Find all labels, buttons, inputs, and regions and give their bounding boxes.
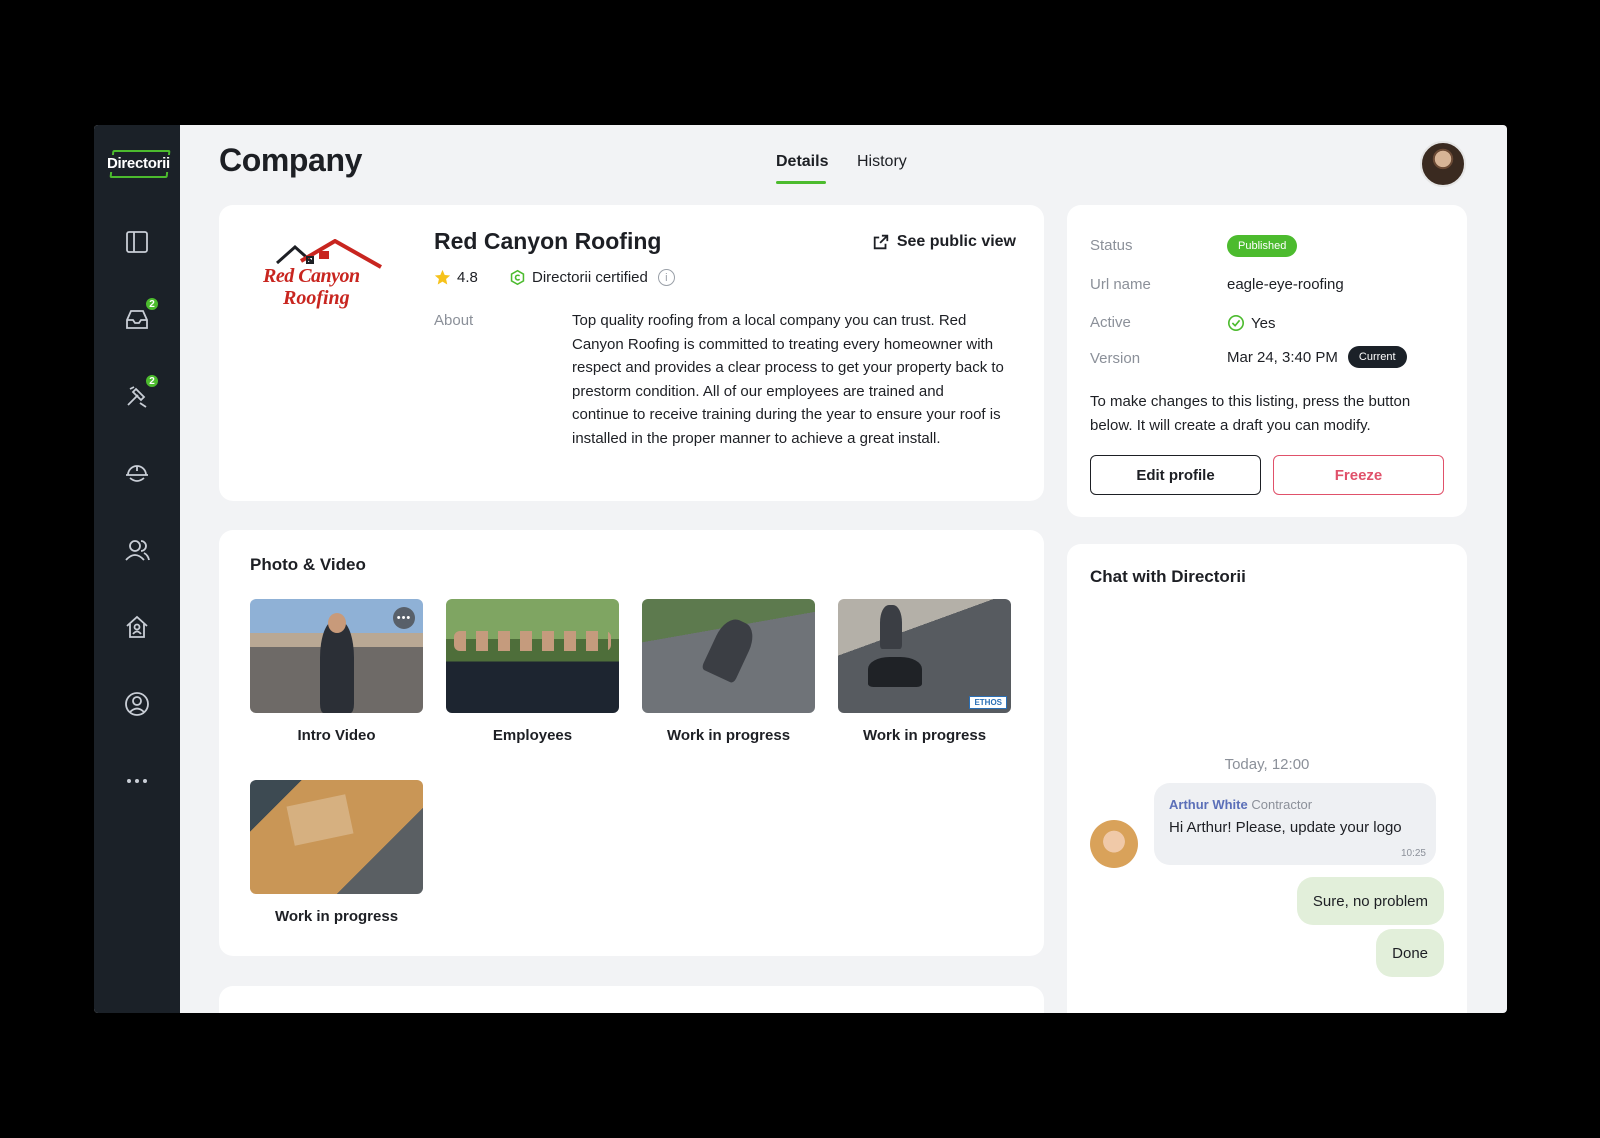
media-item[interactable]: Work in progress (642, 599, 815, 744)
company-logo: Red Canyon Roofing (257, 239, 387, 319)
worker-figure (880, 605, 902, 649)
users-icon (125, 540, 150, 561)
about-text: Top quality roofing from a local company… (572, 312, 1004, 447)
chat-date-divider: Today, 12:00 (1224, 756, 1310, 773)
active-value: Yes (1227, 314, 1275, 332)
url-name-label: Url name (1090, 276, 1151, 293)
person-head (328, 613, 346, 633)
listing-status-card: Status Published Url name eagle-eye-roof… (1067, 205, 1467, 517)
tab-details[interactable]: Details (776, 153, 828, 171)
sidebar-item-layout[interactable] (120, 225, 154, 259)
edit-instructions: To make changes to this listing, press t… (1090, 393, 1411, 434)
active-value-text: Yes (1251, 314, 1276, 332)
info-icon[interactable]: i (657, 269, 675, 286)
version-label: Version (1090, 350, 1141, 367)
version-value: Mar 24, 3:40 PM Current (1227, 346, 1407, 368)
hard-hat-icon (126, 465, 148, 482)
group-heads (454, 631, 611, 651)
media-label: Work in progress (274, 908, 399, 925)
media-label: Intro Video (297, 727, 376, 744)
media-label: Work in progress (862, 727, 987, 744)
directorii-logo[interactable]: Directorii (104, 149, 171, 179)
company-logo-line2: Roofing (283, 287, 350, 309)
status-label: Status (1090, 237, 1133, 254)
more-icon (127, 779, 147, 783)
edit-profile-button[interactable]: Edit profile (1090, 455, 1261, 495)
logo-text: Directorii (106, 155, 171, 172)
app-window: Directorii 2 2 Company Details History R… (94, 125, 1507, 1013)
work-thumbnail[interactable]: ETHOS (838, 599, 1011, 713)
sidebar-item-tools[interactable]: 2 (120, 373, 160, 413)
ethos-watermark: ETHOS (969, 696, 1007, 709)
shield-check-icon (510, 269, 525, 286)
company-card: Red Canyon Roofing Red Canyon Roofing Se… (219, 205, 1044, 501)
rating-value: 4.8 (457, 269, 478, 286)
message-sender: Arthur White Contractor (1169, 797, 1421, 812)
see-public-view-label: See public view (896, 233, 1016, 250)
home-icon (126, 615, 148, 638)
see-public-view-link[interactable]: See public view (872, 233, 1016, 251)
media-item[interactable]: ETHOS Work in progress (838, 599, 1011, 744)
chat-card: Chat with Directorii Today, 12:00 Arthur… (1067, 544, 1467, 1013)
user-avatar[interactable] (1420, 141, 1466, 187)
inbox-badge: 2 (144, 296, 160, 312)
more-options-icon[interactable]: ••• (393, 607, 415, 629)
sidebar-item-more[interactable] (120, 764, 154, 798)
certified-label: Directorii certified (532, 269, 648, 286)
tools-badge: 2 (144, 373, 160, 389)
outgoing-message: Done (1376, 929, 1444, 977)
version-date: Mar 24, 3:40 PM (1227, 348, 1338, 366)
chat-title: Chat with Directorii (1090, 567, 1246, 586)
sidebar: Directorii 2 2 (94, 125, 180, 1013)
photo-video-title: Photo & Video (250, 555, 366, 574)
work-thumbnail[interactable] (642, 599, 815, 713)
active-label: Active (1090, 314, 1131, 331)
sender-name[interactable]: Arthur White (1169, 797, 1248, 812)
sidebar-item-profile[interactable] (120, 687, 154, 721)
incoming-message: Arthur White Contractor Hi Arthur! Pleas… (1154, 783, 1436, 865)
photo-video-card: Photo & Video ••• Intro Video Employees … (219, 530, 1044, 956)
media-item[interactable]: Employees (446, 599, 619, 744)
media-label: Work in progress (666, 727, 791, 744)
company-logo-line1: Red Canyon (263, 265, 360, 287)
media-item[interactable]: ••• Intro Video (250, 599, 423, 744)
certified-badge: Directorii certified i (509, 269, 675, 286)
company-rating: 4.8 (434, 269, 478, 286)
roof-patch (286, 794, 354, 846)
worker-figure (868, 657, 922, 687)
url-name-value: eagle-eye-roofing (1227, 276, 1344, 293)
sidebar-item-contractors[interactable] (120, 456, 154, 490)
current-badge: Current (1347, 346, 1407, 368)
sidebar-item-inbox[interactable]: 2 (120, 296, 160, 336)
support-avatar (1090, 820, 1138, 868)
message-time: 10:25 (1400, 848, 1426, 859)
status-value: Published (1227, 235, 1298, 257)
sidebar-item-home[interactable] (120, 610, 154, 644)
freeze-button[interactable]: Freeze (1273, 455, 1444, 495)
employees-thumbnail[interactable] (446, 599, 619, 713)
intro-video-thumbnail[interactable]: ••• (250, 599, 423, 713)
media-label: Employees (492, 727, 573, 744)
person-figure (320, 621, 354, 713)
about-label: About (434, 312, 474, 329)
layout-panel-icon (126, 231, 148, 253)
next-section-card (219, 986, 1044, 1013)
star-icon (434, 269, 451, 285)
profile-icon (125, 692, 149, 716)
check-circle-icon (1227, 314, 1245, 332)
active-tab-indicator (776, 181, 826, 184)
media-item[interactable]: Work in progress (250, 780, 423, 925)
sidebar-item-users[interactable] (120, 533, 154, 567)
external-link-icon (873, 234, 889, 250)
company-name: Red Canyon Roofing (434, 228, 662, 254)
work-thumbnail[interactable] (250, 780, 423, 894)
page-title: Company (219, 142, 362, 178)
message-text: Hi Arthur! Please, update your logo (1169, 819, 1402, 836)
outgoing-message: Sure, no problem (1296, 877, 1444, 925)
status-badge: Published (1227, 235, 1298, 257)
sender-role: Contractor (1251, 797, 1313, 812)
worker-figure (701, 614, 759, 684)
tab-history[interactable]: History (857, 153, 907, 171)
